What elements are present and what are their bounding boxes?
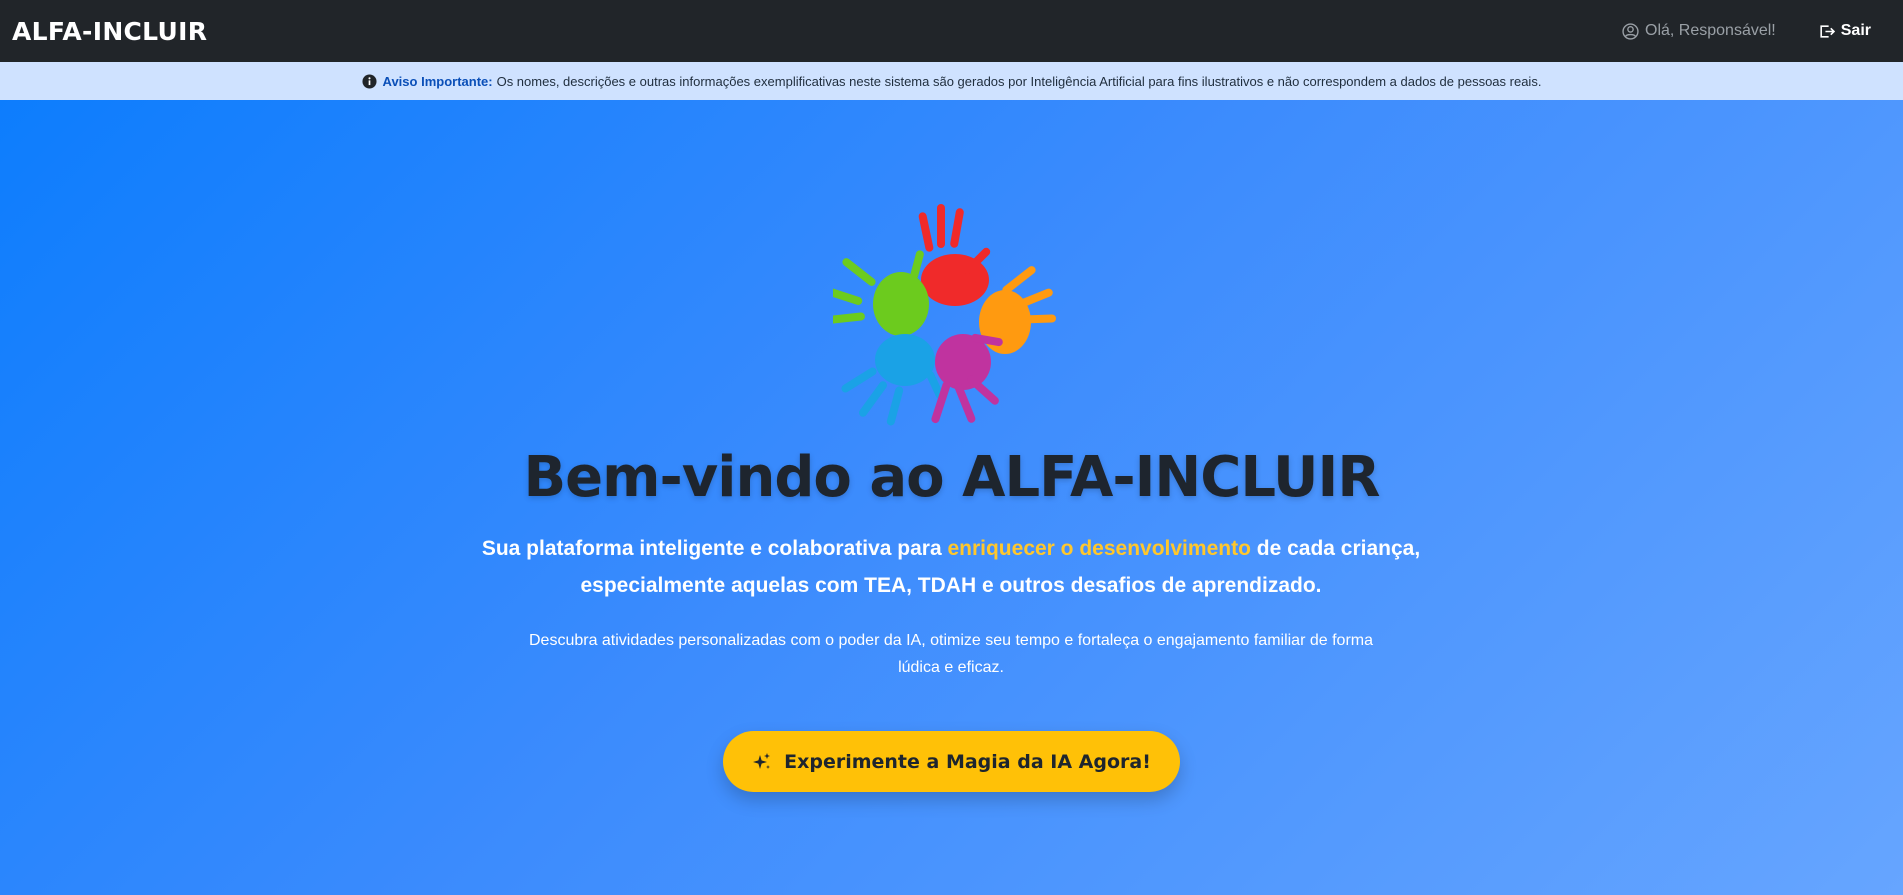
hero-subtitle: Descubra atividades personalizadas com o…: [528, 632, 1373, 676]
colorful-hands-logo: [833, 204, 1056, 426]
hero-lead-highlight: enriquecer o desenvolvimento: [947, 537, 1251, 560]
logout-icon: [1820, 24, 1835, 38]
notice-title: Aviso Importante:: [382, 73, 493, 89]
sparkles-icon: [753, 752, 771, 769]
user-greeting: Olá, Responsável!: [1622, 22, 1776, 40]
hero-section: Bem-vindo ao ALFA-INCLUIR Sua plataforma…: [0, 100, 1903, 895]
logout-button[interactable]: Sair: [1818, 22, 1871, 40]
try-ai-cta-button[interactable]: Experimente a Magia da IA Agora!: [723, 731, 1180, 792]
cta-label: Experimente a Magia da IA Agora!: [784, 750, 1151, 773]
hero-title: Bem-vindo ao ALFA-INCLUIR: [523, 445, 1381, 510]
user-greeting-text: Olá, Responsável!: [1645, 22, 1776, 39]
nav-right: Olá, Responsável! Sair: [1622, 22, 1891, 40]
brand-logo[interactable]: ALFA-INCLUIR: [12, 17, 207, 46]
important-notice-banner: Aviso Importante: Os nomes, descrições e…: [0, 62, 1903, 100]
notice-text: Os nomes, descrições e outras informaçõe…: [496, 73, 1542, 89]
hero-lead-start: Sua plataforma inteligente e colaborativ…: [481, 537, 948, 560]
logout-label: Sair: [1840, 22, 1871, 39]
top-navbar: ALFA-INCLUIR Olá, Responsável! Sair: [0, 0, 1903, 62]
hero-lead: Sua plataforma inteligente e colaborativ…: [451, 530, 1451, 604]
user-circle-icon: [1622, 22, 1639, 40]
info-circle-icon: [362, 73, 377, 89]
